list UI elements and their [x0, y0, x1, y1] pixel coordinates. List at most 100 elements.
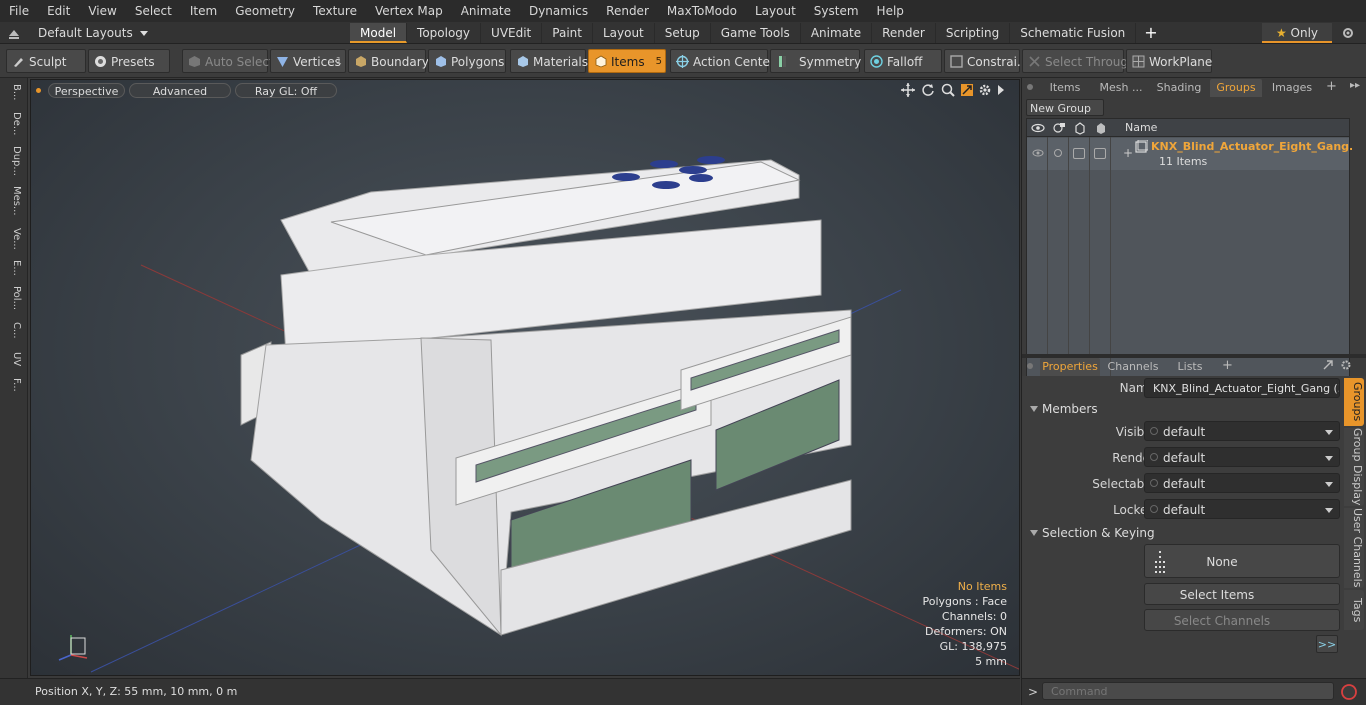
3d-viewport[interactable]: Perspective Advanced Ray GL: Off No Item… — [30, 79, 1020, 676]
tab-uvedit[interactable]: UVEdit — [481, 22, 543, 43]
side-tab-groups[interactable]: Groups — [1344, 378, 1364, 426]
workplane-button[interactable]: WorkPlane — [1126, 49, 1212, 73]
eye-icon[interactable] — [1031, 147, 1045, 159]
selection-keying-section-header[interactable]: Selection & Keying — [1026, 524, 1346, 542]
tab-model[interactable]: Model — [350, 22, 408, 43]
constraints-button[interactable]: Constrai... — [944, 49, 1028, 73]
materials-button[interactable]: Materials — [510, 49, 588, 73]
menu-animate[interactable]: Animate — [452, 0, 520, 22]
tab-setup[interactable]: Setup — [655, 22, 711, 43]
expand-icon[interactable]: + — [1123, 146, 1133, 160]
tab-images[interactable]: Images — [1266, 79, 1318, 97]
members-section-header[interactable]: Members — [1026, 400, 1346, 418]
render-icon[interactable] — [1052, 147, 1066, 159]
selectable-dropdown[interactable]: default — [1144, 473, 1340, 493]
left-tab-3[interactable]: Dup... — [4, 146, 22, 176]
layout-preset-dropdown[interactable]: Default Layouts — [28, 26, 318, 40]
menu-edit[interactable]: Edit — [38, 0, 79, 22]
menu-select[interactable]: Select — [126, 0, 181, 22]
group-row[interactable]: + KNX_Blind_Actuator_Eight_Gang... 11 It… — [1027, 138, 1362, 170]
layout-menu-icon[interactable] — [0, 22, 28, 44]
sculpt-button[interactable]: Sculpt — [6, 49, 86, 73]
select-icon[interactable] — [1094, 121, 1108, 135]
tab-layout[interactable]: Layout — [593, 22, 655, 43]
keying-none-button[interactable]: None — [1144, 544, 1340, 578]
auto-select-button[interactable]: Auto Select — [182, 49, 274, 73]
menu-texture[interactable]: Texture — [304, 0, 366, 22]
left-tab-2[interactable]: De... — [4, 112, 22, 135]
select-through-button[interactable]: Select Through — [1022, 49, 1136, 73]
menu-file[interactable]: File — [0, 0, 38, 22]
menu-system[interactable]: System — [805, 0, 868, 22]
presets-button[interactable]: Presets — [88, 49, 170, 73]
props-settings-icon[interactable] — [1340, 359, 1352, 371]
render-dropdown[interactable]: default — [1144, 447, 1340, 467]
tab-properties[interactable]: Properties — [1040, 358, 1100, 376]
left-tab-1[interactable]: B... — [4, 84, 22, 100]
menu-item[interactable]: Item — [181, 0, 226, 22]
groups-list[interactable]: Name + KNX_Blind_Actuator_Eight_Gang... … — [1026, 118, 1362, 388]
menu-layout[interactable]: Layout — [746, 0, 805, 22]
tab-render[interactable]: Render — [872, 22, 936, 43]
lock-checkbox[interactable] — [1073, 148, 1085, 159]
left-tab-5[interactable]: Ve... — [4, 228, 22, 250]
action-center-button[interactable]: Action Center — [670, 49, 775, 73]
tab-channels[interactable]: Channels — [1104, 358, 1162, 376]
falloff-button[interactable]: Falloff — [864, 49, 942, 73]
select-checkbox[interactable] — [1094, 148, 1106, 159]
menu-render[interactable]: Render — [597, 0, 658, 22]
command-input[interactable] — [1042, 682, 1334, 700]
left-tab-4[interactable]: Mes... — [4, 186, 22, 216]
boundary-button[interactable]: Boundary — [348, 49, 429, 73]
lock-icon[interactable] — [1073, 121, 1087, 135]
menu-help[interactable]: Help — [868, 0, 913, 22]
name-column-header[interactable]: Name — [1125, 121, 1157, 134]
left-tab-9[interactable]: UV — [4, 352, 22, 366]
menu-vertex-map[interactable]: Vertex Map — [366, 0, 452, 22]
eye-icon[interactable] — [1031, 122, 1045, 134]
select-items-button[interactable]: Select Items — [1144, 583, 1340, 605]
menu-dynamics[interactable]: Dynamics — [520, 0, 597, 22]
symmetry-button[interactable]: Symmetry — [770, 49, 861, 73]
menu-view[interactable]: View — [79, 0, 125, 22]
tab-schematic-fusion[interactable]: Schematic Fusion — [1010, 22, 1137, 43]
side-tab-user-channels[interactable]: User Channels — [1344, 508, 1364, 588]
items-button[interactable]: Items 5 — [588, 49, 666, 73]
panel-menu-dot[interactable] — [1027, 84, 1033, 90]
new-group-button[interactable]: New Group — [1026, 99, 1104, 116]
tab-scripting[interactable]: Scripting — [936, 22, 1011, 43]
menu-maxtomodo[interactable]: MaxToModo — [658, 0, 746, 22]
left-tab-8[interactable]: C... — [4, 322, 22, 339]
tab-animate[interactable]: Animate — [801, 22, 873, 43]
more-button[interactable]: >> — [1316, 635, 1338, 653]
render-icon[interactable] — [1052, 122, 1066, 134]
tab-lists[interactable]: Lists — [1166, 358, 1214, 376]
tab-shading[interactable]: Shading — [1152, 79, 1206, 97]
name-field[interactable]: KNX_Blind_Actuator_Eight_Gang (3) — [1144, 378, 1340, 398]
only-toggle[interactable]: ★ Only — [1262, 23, 1332, 43]
props-menu-dot[interactable] — [1027, 363, 1033, 369]
tab-items[interactable]: Items — [1040, 79, 1090, 97]
side-tab-tags[interactable]: Tags — [1344, 590, 1364, 630]
add-panel-tab-button[interactable]: + — [1326, 79, 1337, 94]
add-tab-button[interactable]: + — [1136, 23, 1165, 42]
left-tab-10[interactable]: F... — [4, 378, 22, 392]
tab-mesh[interactable]: Mesh ... — [1094, 79, 1148, 97]
left-tab-7[interactable]: Pol... — [4, 286, 22, 310]
polygons-button[interactable]: Polygons — [428, 49, 506, 73]
select-channels-button[interactable]: Select Channels — [1144, 609, 1340, 631]
locked-dropdown[interactable]: default — [1144, 499, 1340, 519]
tab-groups[interactable]: Groups — [1210, 79, 1262, 97]
expand-panel-icon[interactable] — [1322, 359, 1334, 371]
menu-geometry[interactable]: Geometry — [226, 0, 304, 22]
tab-topology[interactable]: Topology — [407, 22, 482, 43]
add-props-tab-button[interactable]: + — [1222, 358, 1233, 373]
tab-game-tools[interactable]: Game Tools — [711, 22, 801, 43]
side-tab-group-display[interactable]: Group Display — [1344, 428, 1364, 506]
vertices-button[interactable]: Vertices 1 — [270, 49, 346, 73]
record-icon[interactable] — [1340, 683, 1358, 701]
panel-options-icon[interactable]: ▸▸ — [1350, 80, 1360, 91]
visible-dropdown[interactable]: default — [1144, 421, 1340, 441]
layout-options-icon[interactable] — [1340, 25, 1356, 41]
list-scrollbar[interactable] — [1352, 118, 1362, 388]
